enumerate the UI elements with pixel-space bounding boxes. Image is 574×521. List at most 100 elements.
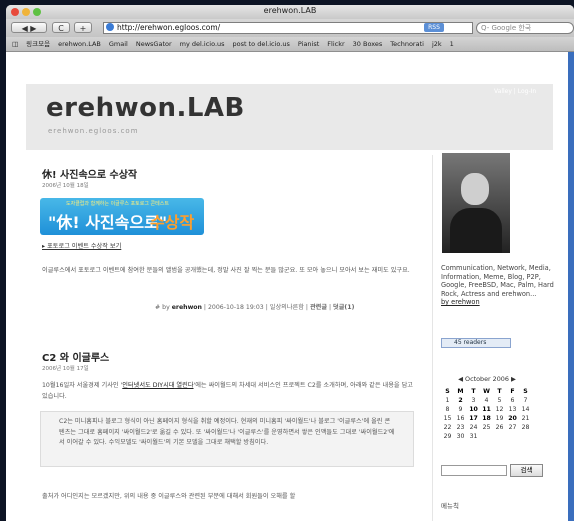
calendar-grid: S M T W T F S 1 2 3 4 5 6 7 8 9 10 11 12 13 14 15 16 17 18 19 20 21…	[441, 387, 532, 441]
calendar-day: 12	[495, 406, 504, 413]
post-footer-text: 출처가 어디인지는 모르겠지만, 위의 내용 중 이글루스와 관련된 부분에 대…	[42, 493, 296, 500]
search-input[interactable]: Q- Google 한국	[476, 22, 574, 34]
calendar-day: 21	[521, 415, 530, 422]
profile-description: Communication, Network, Media, Informati…	[441, 264, 554, 298]
calendar-day: 26	[495, 424, 504, 431]
calendar-day: 6	[510, 397, 515, 404]
calendar-title[interactable]: ◀ October 2006 ▶	[441, 375, 533, 383]
login-link[interactable]: Valley | Log-In	[494, 88, 536, 95]
calendar-day	[506, 432, 519, 441]
bookmark-item[interactable]: my del.icio.us	[180, 40, 225, 48]
calendar-day[interactable]: 11	[480, 405, 493, 414]
readers-widget[interactable]: 45 readers	[441, 338, 511, 348]
post-date: 2006년 10월 17일	[42, 366, 89, 372]
bookmark-item[interactable]: Technorati	[390, 40, 424, 48]
readers-count: 45 readers	[454, 339, 487, 346]
calendar-day	[493, 432, 506, 441]
back-forward-button[interactable]: ◀ ▶	[11, 22, 47, 33]
quote-block: C2는 미니홈피나 블로그 형식이 아닌 홈페이지 형식을 취할 예정이다. 현…	[40, 411, 414, 467]
bookmark-item[interactable]: 링크모음	[26, 40, 50, 48]
calendar-day[interactable]: 10	[467, 405, 480, 414]
calendar-day: 30	[456, 433, 465, 440]
reload-button[interactable]: C	[52, 22, 70, 33]
calendar-day: 23	[456, 424, 465, 431]
winners-link[interactable]: ▸ 포토로그 이벤트 수상작 보기	[42, 241, 121, 252]
calendar-day	[480, 432, 493, 441]
profile-author-link[interactable]: by erehwon	[441, 298, 561, 307]
bookmark-item[interactable]: Gmail	[109, 40, 128, 48]
profile-photo	[442, 153, 510, 253]
calendar-day: 9	[458, 406, 463, 413]
calendar-day[interactable]: 18	[480, 414, 493, 423]
bookmark-item[interactable]: 1	[450, 40, 454, 48]
address-bar[interactable]: http://erehwon.egloos.com/	[103, 22, 473, 34]
meta-info: | 2006-10-18 19:03 | 일상의나른함 |	[203, 304, 308, 311]
calendar-day: 28	[521, 424, 530, 431]
post-title[interactable]: 休! 사진속으로 수상작	[42, 166, 137, 181]
calendar-day: 5	[497, 397, 502, 404]
calendar-day	[519, 432, 532, 441]
address-url: http://erehwon.egloos.com/	[117, 23, 221, 32]
calendar-day: 16	[456, 415, 465, 422]
scrollbar[interactable]	[568, 52, 574, 521]
calendar-day[interactable]: 20	[506, 414, 519, 423]
calendar-day[interactable]: 17	[467, 414, 480, 423]
sidebar-search-button[interactable]: 검색	[510, 464, 543, 477]
calendar-weekday: W	[483, 388, 490, 395]
bookmark-item[interactable]: Pianist	[298, 40, 319, 48]
calendar-day: 1	[445, 397, 450, 404]
bookmarks-bar: ◫ 링크모음 erehwon.LAB Gmail NewsGator my del.ici…	[6, 37, 574, 52]
globe-icon	[106, 23, 114, 31]
calendar-day: 29	[443, 433, 452, 440]
calendar: ◀ October 2006 ▶ S M T W T F S 1 2 3 4 5 6 7 8 9 10 11 12 1…	[441, 375, 551, 441]
rss-button[interactable]: RSS	[424, 23, 444, 32]
calendar-day: 19	[495, 415, 504, 422]
bookmark-item[interactable]: Flickr	[327, 40, 344, 48]
window-title: erehwon.LAB	[263, 6, 317, 15]
calendar-weekday: S	[445, 388, 450, 395]
title-bar: erehwon.LAB	[6, 5, 574, 19]
post-body: 이글루스에서 포토로그 이벤트에 참여한 분들의 앨범을 공개했는데, 정말 사…	[42, 267, 410, 274]
post-title[interactable]: C2 와 이글루스	[42, 349, 109, 364]
profile-text: Communication, Network, Media, Informati…	[441, 264, 561, 307]
bookmark-item[interactable]: NewsGator	[136, 40, 172, 48]
calendar-day: 25	[482, 424, 491, 431]
sidebar-section-label: 메뉴칙	[441, 502, 459, 510]
article-link[interactable]: 인터넷서도 DIY시대 열린다	[122, 382, 193, 389]
sidebar-search-input[interactable]	[441, 465, 507, 476]
calendar-day: 24	[469, 424, 478, 431]
calendar-day: 31	[469, 433, 478, 440]
bookmark-item[interactable]: j2k	[432, 40, 442, 48]
photo-body	[450, 208, 502, 253]
banner-accent: 수상작	[150, 213, 195, 232]
calendar-day: 8	[445, 406, 450, 413]
bookmark-item[interactable]: post to del.icio.us	[233, 40, 290, 48]
post-meta: # by erehwon | 2006-10-18 19:03 | 일상의나른함…	[155, 302, 354, 313]
calendar-day: 22	[443, 424, 452, 431]
banner-caption: 도자클럽과 함께하는 이글루스 포토로그 콘테스트	[66, 201, 169, 207]
post-date: 2006년 10월 18일	[42, 183, 89, 189]
photo-head	[461, 173, 489, 205]
calendar-day: 15	[443, 415, 452, 422]
calendar-weekday: T	[497, 388, 502, 395]
post-body: 10월16일자 서울경제 기사인 '인터넷서도 DIY시대 열린다'에는 싸이월…	[42, 380, 414, 402]
related-link[interactable]: 관련글	[310, 304, 327, 311]
meta-separator: |	[328, 304, 332, 311]
browser-toolbar: ◀ ▶ C + http://erehwon.egloos.com/ RSS Q…	[6, 19, 574, 37]
comments-link[interactable]: 덧글(1)	[333, 304, 354, 311]
blog-subtitle: erehwon.egloos.com	[48, 127, 139, 135]
bookmark-item[interactable]: erehwon.LAB	[58, 40, 101, 48]
calendar-day: 27	[508, 424, 517, 431]
calendar-day[interactable]: 2	[454, 396, 467, 405]
bookmark-item[interactable]: 30 Boxes	[353, 40, 383, 48]
post-body-start: 10월16일자 서울경제 기사인 '	[42, 382, 123, 389]
calendar-day: 14	[521, 406, 530, 413]
contest-banner[interactable]: 도자클럽과 함께하는 이글루스 포토로그 콘테스트 "休! 사진속으로" 수상작	[40, 198, 204, 235]
blog-title[interactable]: erehwon.LAB	[46, 93, 245, 123]
author-link[interactable]: erehwon	[172, 304, 202, 311]
calendar-weekday: F	[510, 388, 515, 395]
calendar-weekday: T	[471, 388, 476, 395]
add-bookmark-button[interactable]: +	[74, 22, 92, 33]
bookmark-item[interactable]: ◫	[12, 40, 18, 48]
calendar-day: 13	[508, 406, 517, 413]
